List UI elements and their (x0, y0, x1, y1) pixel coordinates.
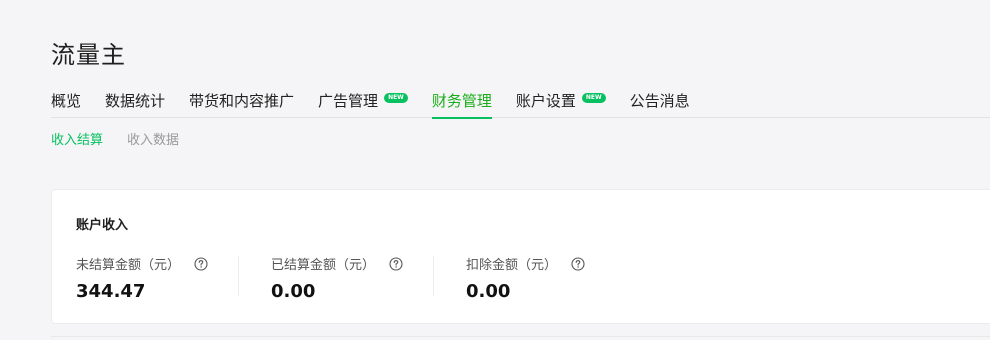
metric-label: 已结算金额（元） (271, 258, 376, 273)
metric-value: 0.00 (271, 281, 316, 302)
tab-label: 公告消息 (629, 92, 690, 110)
subtab-income-settlement[interactable]: 收入结算 (51, 129, 103, 148)
account-income-card: 账户收入 未结算金额（元） 344.47 已结算金额（元） 0.00 扣除金额（… (51, 189, 990, 324)
tab-label: 广告管理 (318, 92, 379, 110)
metric-divider (238, 256, 239, 296)
tab-label: 概览 (51, 92, 82, 110)
tab-label: 账户设置 (515, 92, 576, 110)
metrics-row: 未结算金额（元） 344.47 已结算金额（元） 0.00 扣除金额（元） 0.… (76, 254, 661, 302)
metric-value: 344.47 (76, 281, 146, 302)
metric-unsettled: 未结算金额（元） 344.47 (76, 254, 271, 302)
tab-goods-content-promotion[interactable]: 带货和内容推广 (189, 88, 294, 118)
next-card-top-edge (51, 336, 990, 337)
tab-overview[interactable]: 概览 (51, 88, 81, 118)
metric-settled: 已结算金额（元） 0.00 (271, 254, 466, 302)
new-badge: NEW (581, 93, 606, 103)
tab-label: 财务管理 (431, 92, 492, 110)
tab-label: 带货和内容推广 (189, 92, 295, 110)
card-title: 账户收入 (76, 218, 129, 233)
metric-deducted: 扣除金额（元） 0.00 (466, 254, 661, 302)
page-title: 流量主 (51, 41, 126, 69)
tab-ad-management[interactable]: 广告管理 NEW (318, 88, 408, 118)
metric-value: 0.00 (466, 281, 511, 302)
tab-data-statistics[interactable]: 数据统计 (105, 88, 165, 118)
new-badge: NEW (384, 93, 408, 103)
help-circle-icon[interactable] (571, 256, 585, 271)
main-tab-bar: 概览 数据统计 带货和内容推广 广告管理 NEW 财务管理 账户设置 NEW 公… (51, 88, 990, 119)
help-circle-icon[interactable] (389, 256, 403, 271)
tab-label: 数据统计 (105, 92, 166, 110)
sub-tab-bar: 收入结算 收入数据 (51, 129, 203, 148)
tab-announcements[interactable]: 公告消息 (630, 88, 690, 118)
metric-label: 扣除金额（元） (466, 258, 558, 273)
tab-account-settings[interactable]: 账户设置 NEW (516, 88, 606, 118)
metric-label: 未结算金额（元） (76, 258, 181, 273)
help-circle-icon[interactable] (194, 256, 208, 271)
tab-finance-management[interactable]: 财务管理 (431, 88, 492, 119)
metric-divider (433, 256, 434, 296)
subtab-income-data[interactable]: 收入数据 (127, 129, 179, 148)
